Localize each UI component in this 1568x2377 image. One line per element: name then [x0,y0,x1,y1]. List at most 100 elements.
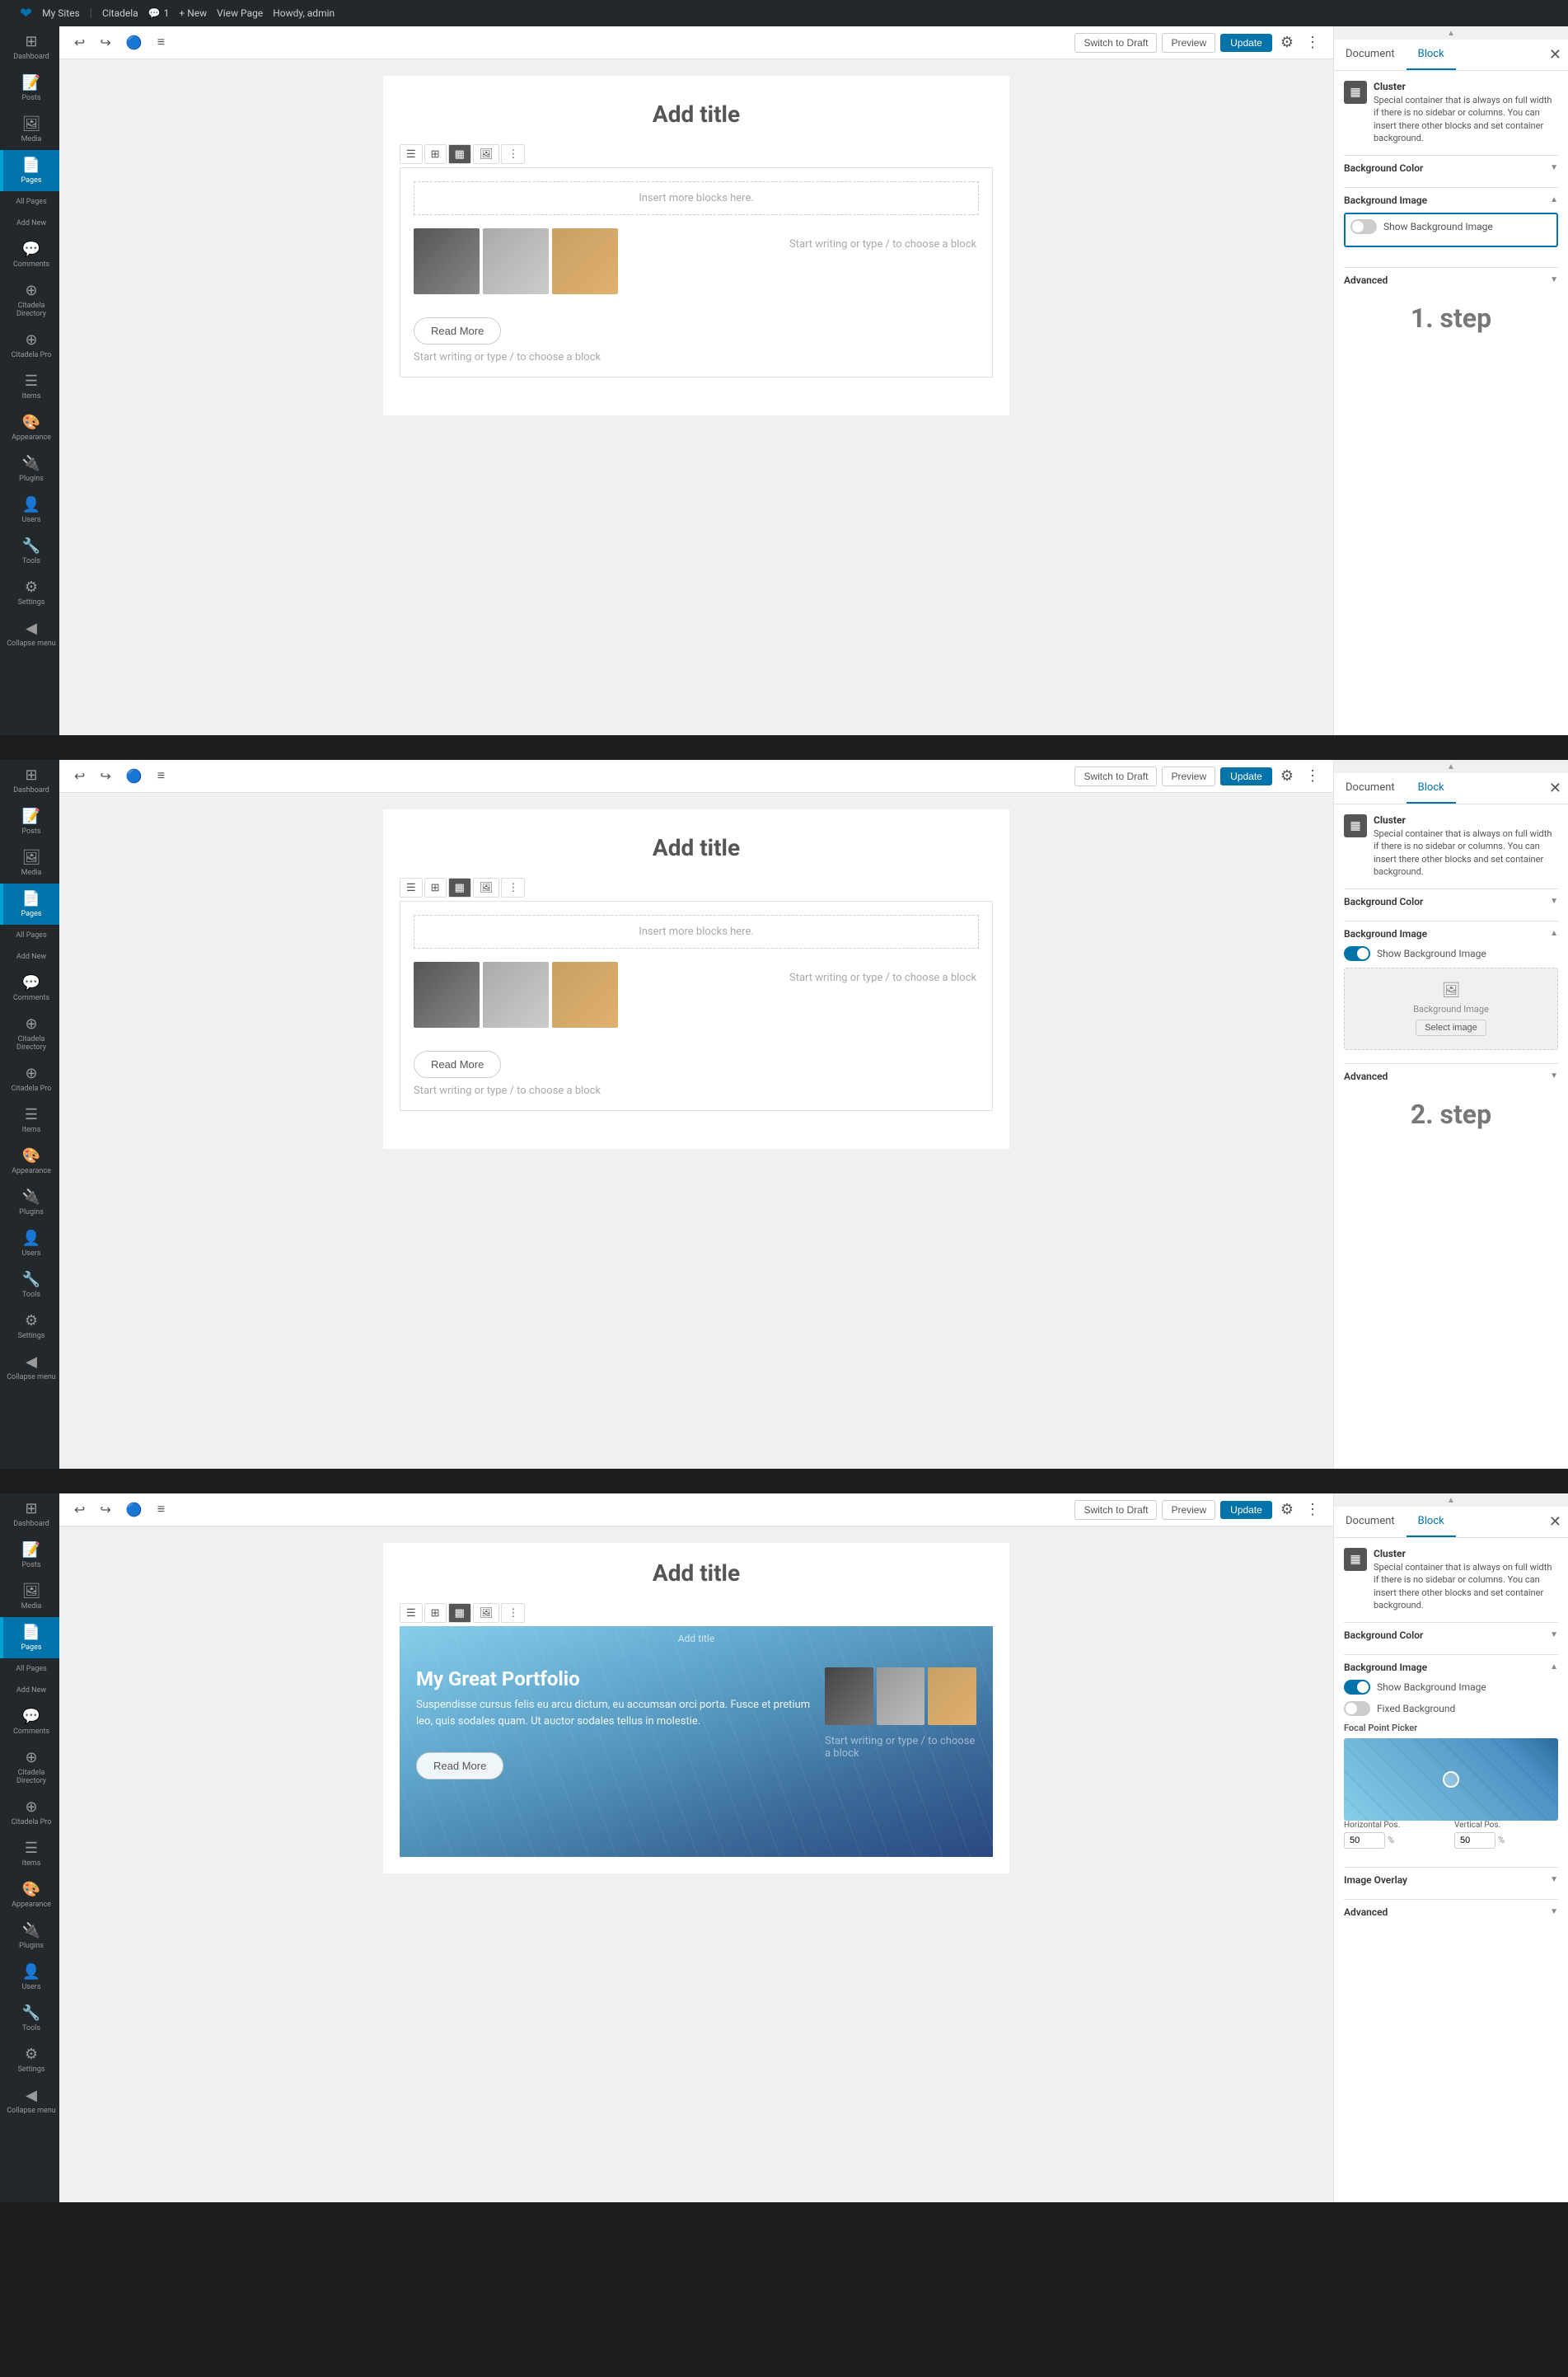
block-more-2[interactable]: ⋮ [501,878,525,898]
block-active-view-btn[interactable]: ▦ [448,144,471,164]
insert-blocks-3[interactable]: Add title [400,1626,993,1651]
preview-btn-2[interactable]: Preview [1162,767,1215,786]
block-list-2[interactable]: ☰ [400,878,423,898]
h-pos-input[interactable] [1344,1832,1385,1849]
page-title-3[interactable]: Add title [400,1559,993,1587]
s2-comments[interactable]: 💬Comments [0,968,59,1009]
settings-btn-3[interactable]: ⚙ [1277,1498,1297,1521]
s2-media[interactable]: 🖼Media [0,842,59,884]
block-more-btn[interactable]: ⋮ [501,144,525,164]
settings-btn-2[interactable]: ⚙ [1277,764,1297,788]
s2-posts[interactable]: 📝Posts [0,801,59,842]
sidebar-item-users[interactable]: 👤Users [0,490,59,531]
redo-btn-3[interactable]: ↪ [95,1498,115,1521]
page-title-1[interactable]: Add title [400,101,993,128]
tab-block-1[interactable]: Block [1407,40,1456,70]
inspector-close-btn-3[interactable]: ✕ [1542,1507,1568,1537]
image-overlay-header[interactable]: Image Overlay ▼ [1344,1868,1558,1892]
site-name-link[interactable]: Citadela [102,7,138,19]
sidebar-item-collapse[interactable]: ◀Collapse menu [0,613,59,654]
block-active-3[interactable]: ▦ [448,1603,471,1623]
block-grid-2[interactable]: ⊞ [424,878,447,898]
s2-items[interactable]: ☰Items [0,1099,59,1141]
page-title-2[interactable]: Add title [400,834,993,861]
s3-citadela-pro[interactable]: ⊕Citadela Pro [0,1792,59,1833]
sidebar-item-media[interactable]: 🖼Media [0,109,59,150]
s2-appearance[interactable]: 🎨Appearance [0,1141,59,1182]
more-options-button-1[interactable]: ⋮ [1302,30,1323,54]
s2-users[interactable]: 👤Users [0,1223,59,1264]
structure-btn-3[interactable]: 🔵 [121,1498,147,1521]
select-image-btn-2[interactable]: Select image [1416,1020,1486,1036]
s3-settings[interactable]: ⚙Settings [0,2039,59,2080]
switch-to-draft-button-1[interactable]: Switch to Draft [1074,33,1157,53]
s3-media[interactable]: 🖼Media [0,1576,59,1617]
read-more-btn-2[interactable]: Read More [414,1051,501,1078]
sidebar-item-items[interactable]: ☰Items [0,366,59,407]
s3-dashboard[interactable]: ⊞Dashboard [0,1493,59,1535]
switch-draft-btn-3[interactable]: Switch to Draft [1074,1500,1157,1520]
bg-color-header-3[interactable]: Background Color ▼ [1344,1623,1558,1648]
s3-pages-addnew[interactable]: Add New [0,1680,59,1701]
tools-button[interactable]: ≡ [152,32,170,54]
bg-color-header-1[interactable]: Background Color ▼ [1344,156,1558,181]
preview-btn-3[interactable]: Preview [1162,1500,1215,1520]
s3-pages-all[interactable]: All Pages [0,1658,59,1680]
redo-btn-2[interactable]: ↪ [95,765,115,788]
update-btn-2[interactable]: Update [1220,767,1272,785]
s3-comments[interactable]: 💬Comments [0,1701,59,1742]
tab-block-2[interactable]: Block [1407,773,1456,804]
block-active-2[interactable]: ▦ [448,878,471,898]
tab-document-1[interactable]: Document [1334,40,1407,70]
s2-collapse[interactable]: ◀Collapse menu [0,1347,59,1388]
read-more-btn-3[interactable]: Read More [416,1752,503,1779]
wp-logo[interactable]: ❤ [20,5,32,22]
bg-image-header-3[interactable]: Background Image ▲ [1344,1655,1558,1680]
inspector-close-btn-2[interactable]: ✕ [1542,773,1568,804]
update-btn-3[interactable]: Update [1220,1501,1272,1519]
insert-blocks-placeholder-2[interactable]: Insert more blocks here. [414,915,979,949]
fixed-bg-toggle-3[interactable] [1344,1701,1370,1716]
s2-plugins[interactable]: 🔌Plugins [0,1182,59,1223]
sidebar-item-tools[interactable]: 🔧Tools [0,531,59,572]
block-list-view-btn[interactable]: ☰ [400,144,423,164]
sidebar-item-plugins[interactable]: 🔌Plugins [0,448,59,490]
block-img-3[interactable]: 🖼 [473,1603,500,1623]
s3-tools[interactable]: 🔧Tools [0,1998,59,2039]
show-bg-toggle-1[interactable] [1350,219,1377,234]
block-more-3[interactable]: ⋮ [501,1603,525,1623]
insert-blocks-placeholder-1[interactable]: Insert more blocks here. [414,181,979,215]
s2-citadela-pro[interactable]: ⊕Citadela Pro [0,1058,59,1099]
s3-citadela-dir[interactable]: ⊕Citadela Directory [0,1742,59,1792]
undo-btn-3[interactable]: ↩ [69,1498,90,1521]
read-more-button-1[interactable]: Read More [414,317,501,345]
sidebar-item-citadela-pro[interactable]: ⊕Citadela Pro [0,325,59,366]
content-structure-button[interactable]: 🔵 [121,31,147,54]
s3-posts[interactable]: 📝Posts [0,1535,59,1576]
preview-button-1[interactable]: Preview [1162,33,1215,53]
block-grid-view-btn[interactable]: ⊞ [424,144,447,164]
s2-citadela-dir[interactable]: ⊕Citadela Directory [0,1009,59,1058]
advanced-header-3[interactable]: Advanced ▼ [1344,1900,1558,1925]
s2-pages-all[interactable]: All Pages [0,925,59,946]
block-list-3[interactable]: ☰ [400,1603,423,1623]
block-grid-3[interactable]: ⊞ [424,1603,447,1623]
tools-btn-2[interactable]: ≡ [152,766,170,787]
s3-items[interactable]: ☰Items [0,1833,59,1874]
redo-button[interactable]: ↪ [95,31,115,54]
switch-draft-btn-2[interactable]: Switch to Draft [1074,767,1157,786]
show-bg-toggle-2[interactable] [1344,946,1370,961]
tools-btn-3[interactable]: ≡ [152,1499,170,1521]
v-pos-input[interactable] [1454,1832,1495,1849]
inspector-close-btn-1[interactable]: ✕ [1542,40,1568,70]
undo-button[interactable]: ↩ [69,31,90,54]
undo-btn-2[interactable]: ↩ [69,765,90,788]
sidebar-item-appearance[interactable]: 🎨Appearance [0,407,59,448]
sidebar-item-pages-all[interactable]: All Pages [0,191,59,213]
advanced-header-1[interactable]: Advanced ▼ [1344,268,1558,293]
more-btn-2[interactable]: ⋮ [1302,764,1323,788]
s2-pages[interactable]: 📄Pages [0,884,59,925]
s2-dashboard[interactable]: ⊞Dashboard [0,760,59,801]
block-img-2[interactable]: 🖼 [473,878,500,898]
focal-point-dot-3[interactable] [1443,1771,1459,1788]
